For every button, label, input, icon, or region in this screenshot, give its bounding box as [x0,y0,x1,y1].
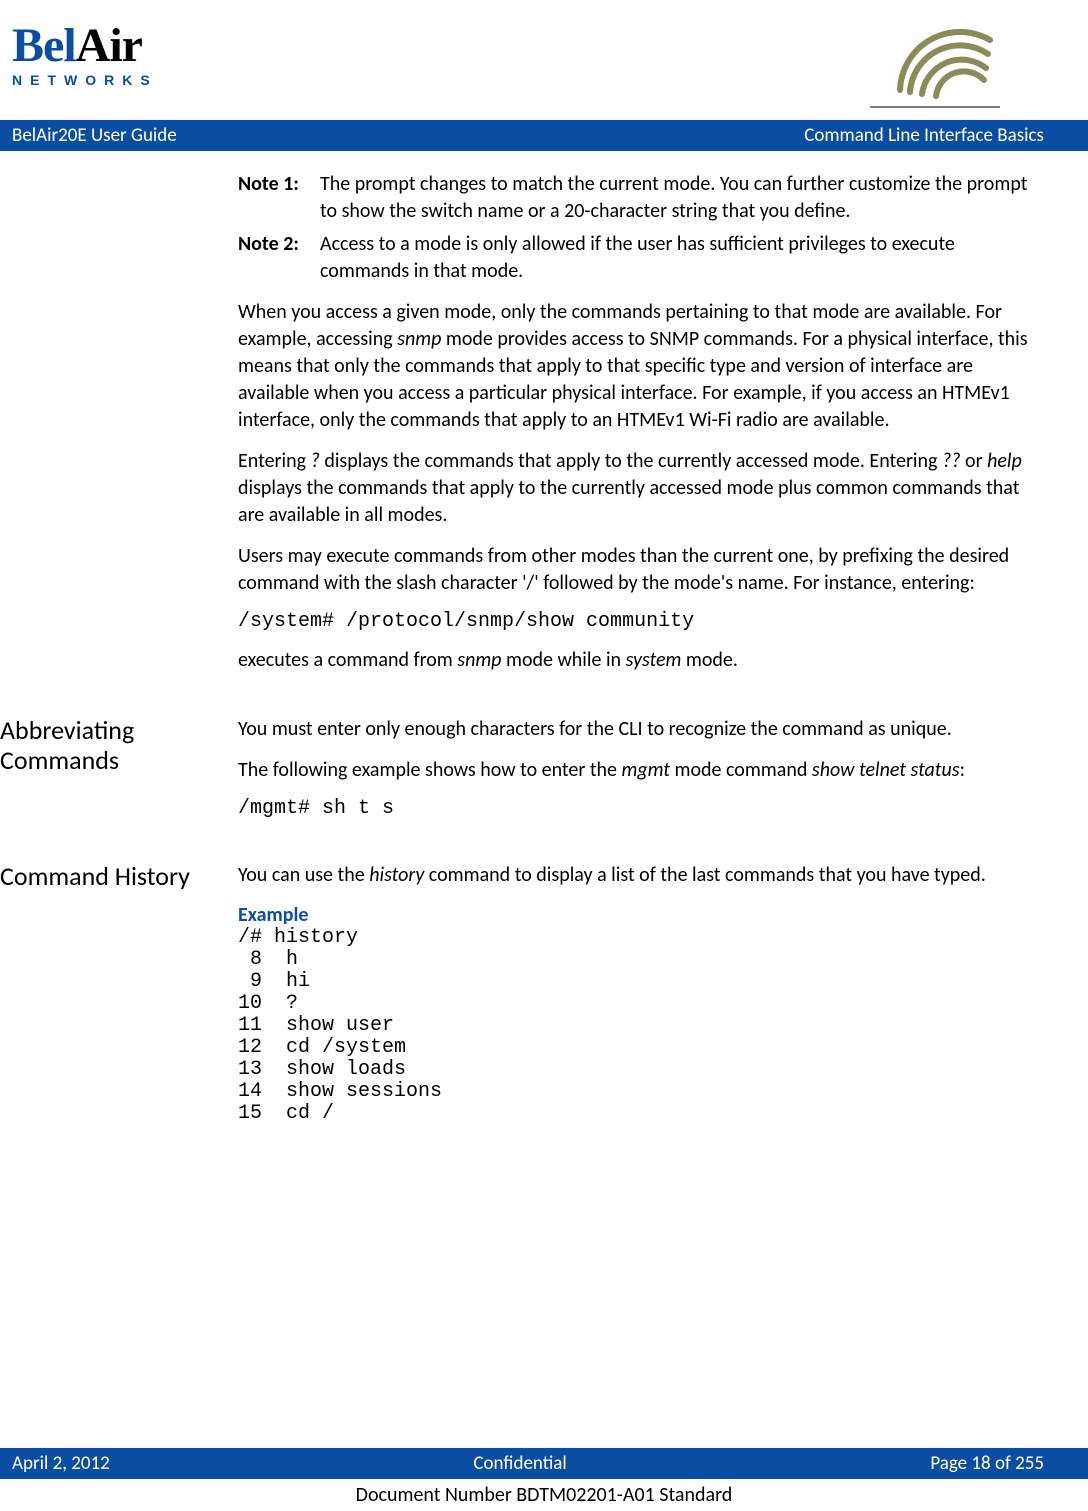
abbrev-p2: The following example shows how to enter… [238,757,1044,784]
example-label: Example [238,903,1044,927]
section-history: Command History You can use the history … [0,862,1044,1139]
code-cross-mode: /system# /protocol/snmp/show community [238,611,1044,633]
doc-title: BelAir20E User Guide [12,124,177,147]
note-2: Note 2: Access to a mode is only allowed… [238,231,1044,285]
note-2-label: Note 2: [238,231,320,285]
section-abbreviating: Abbreviating Commands You must enter onl… [0,716,1044,834]
footer-date: April 2, 2012 [12,1452,110,1475]
footer-banner: April 2, 2012 Confidential Page 18 of 25… [0,1448,1088,1479]
abbrev-p1: You must enter only enough characters fo… [238,716,1044,743]
footer-confidential: Confidential [473,1452,566,1475]
logo-text-bel: Bel [12,19,76,72]
logo-text-networks: NETWORKS [12,72,158,88]
section-title: Command Line Interface Basics [804,124,1044,147]
heading-history: Command History [0,862,238,892]
logo-belair: BelAir NETWORKS [12,20,158,88]
paragraph-prefix: Users may execute commands from other mo… [238,543,1044,597]
note-1: Note 1: The prompt changes to match the … [238,171,1044,225]
footer-page: Page 18 of 255 [930,1452,1044,1475]
page-header: BelAir NETWORKS [0,20,1044,120]
doc-number: Document Number BDTM02201-A01 Standard [0,1483,1088,1507]
wave-icon [870,20,1000,108]
history-p1: You can use the history command to displ… [238,862,1044,889]
note-2-body: Access to a mode is only allowed if the … [320,231,1044,285]
code-abbrev: /mgmt# sh t s [238,798,1044,820]
paragraph-exec-result: executes a command from snmp mode while … [238,647,1044,674]
paragraph-help: Entering ? displays the commands that ap… [238,448,1044,529]
logo-text-air: Air [76,19,142,72]
note-1-body: The prompt changes to match the current … [320,171,1044,225]
heading-abbreviating: Abbreviating Commands [0,716,238,776]
note-1-label: Note 1: [238,171,320,225]
title-banner: BelAir20E User Guide Command Line Interf… [0,120,1088,151]
paragraph-mode-access: When you access a given mode, only the c… [238,299,1044,434]
code-history: /# history 8 h 9 hi 10 ? 11 show user 12… [238,927,1044,1125]
